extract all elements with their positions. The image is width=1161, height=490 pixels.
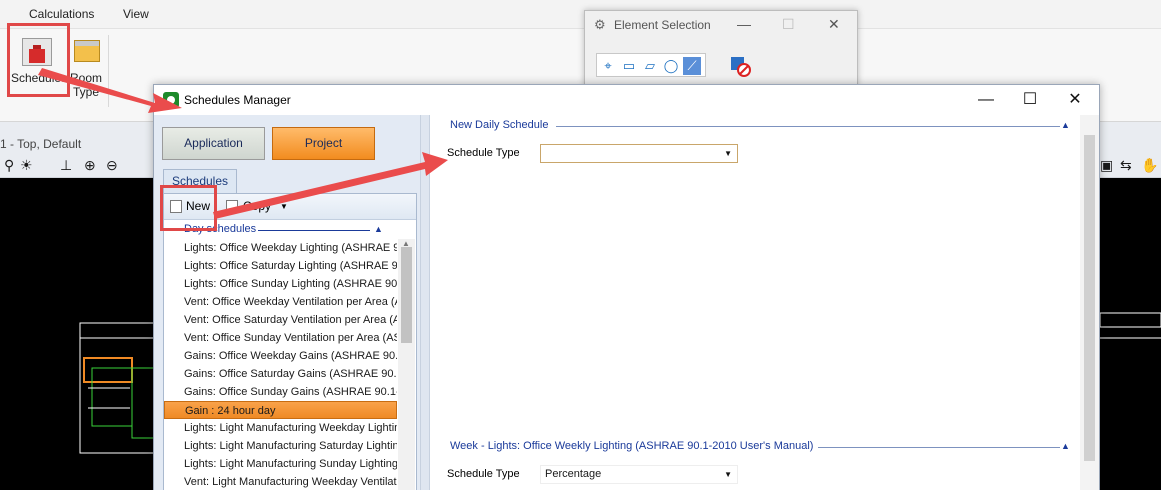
- select-tool-icon[interactable]: ⚲: [4, 157, 14, 174]
- close-icon[interactable]: ✕: [1053, 89, 1097, 111]
- element-selection-title: Element Selection: [614, 18, 711, 32]
- minimize-icon[interactable]: —: [737, 16, 751, 32]
- collapse-icon[interactable]: ▲: [374, 224, 383, 234]
- highlight-new-button: [160, 185, 217, 231]
- schedule-list-item[interactable]: Vent: Office Weekday Ventilation per Are…: [164, 293, 397, 311]
- group-header-line: [258, 230, 370, 231]
- list-scrollbar[interactable]: ▲: [398, 239, 415, 490]
- collapse-icon[interactable]: ▲: [1061, 120, 1070, 130]
- room-type-label[interactable]: Room: [70, 71, 102, 85]
- selection-tools: ⌖ ▭ ▱ ◯ ⟋: [596, 53, 706, 77]
- schedule-list-item[interactable]: Vent: Office Sunday Ventilation per Area…: [164, 329, 397, 347]
- room-type-icon[interactable]: [74, 40, 100, 62]
- schedule-list-item[interactable]: Gains: Office Sunday Gains (ASHRAE 90.1-…: [164, 383, 397, 401]
- chevron-down-icon[interactable]: ▼: [724, 466, 732, 483]
- schedule-list-item[interactable]: Lights: Office Saturday Lighting (ASHRAE…: [164, 257, 397, 275]
- copy-document-icon[interactable]: [226, 200, 238, 213]
- schedules-list-box: New Copy ▼ Day schedules ▲ Lights: Offic…: [163, 193, 417, 490]
- schedule-list-item[interactable]: Lights: Office Weekday Lighting (ASHRAE …: [164, 239, 397, 257]
- menu-bar: Calculations View: [0, 0, 1161, 28]
- week-schedule-type-dropdown[interactable]: Percentage ▼: [540, 465, 738, 484]
- schedules-manager-window: Schedules Manager — ☐ ✕ Application Proj…: [153, 84, 1100, 490]
- section-line: [818, 447, 1060, 448]
- window-fit-icon[interactable]: ▣: [1100, 157, 1113, 174]
- title-bar: Schedules Manager — ☐ ✕: [154, 85, 1099, 115]
- poly-select-icon[interactable]: ▱: [641, 57, 659, 75]
- minimize-icon[interactable]: —: [964, 89, 1008, 111]
- project-button[interactable]: Project: [272, 127, 375, 160]
- schedule-list-item[interactable]: Lights: Light Manufacturing Sunday Light…: [164, 455, 397, 473]
- zoom-in-icon[interactable]: ⊕: [84, 157, 96, 174]
- chevron-down-icon[interactable]: ▼: [724, 145, 732, 162]
- line-select-icon[interactable]: ⟋: [683, 57, 701, 75]
- schedule-list-item[interactable]: Vent: Office Saturday Ventilation per Ar…: [164, 311, 397, 329]
- left-panel: Application Project Schedules New Copy ▼…: [154, 115, 420, 490]
- clear-selection-icon[interactable]: [729, 55, 751, 77]
- maximize-icon[interactable]: ☐: [1008, 89, 1052, 111]
- pan-hand-icon[interactable]: ✋: [1141, 157, 1158, 174]
- panel-splitter[interactable]: [420, 115, 430, 490]
- chevron-down-icon[interactable]: ▼: [280, 202, 288, 211]
- close-icon[interactable]: ✕: [828, 16, 840, 33]
- collapse-icon[interactable]: ▲: [1061, 441, 1070, 451]
- new-daily-schedule-header: New Daily Schedule: [450, 119, 549, 131]
- sun-icon[interactable]: ☀: [20, 157, 33, 174]
- element-selection-window: ⚙ Element Selection — ☐ ✕ ⌖ ▭ ▱ ◯ ⟋: [584, 10, 858, 86]
- application-button[interactable]: Application: [162, 127, 265, 160]
- room-type-label-2[interactable]: Type: [73, 85, 99, 99]
- pin-tool-icon[interactable]: ⊥: [60, 157, 72, 174]
- week-schedule-type-label: Schedule Type: [447, 468, 520, 480]
- view-title: 1 - Top, Default: [0, 137, 82, 151]
- menu-view[interactable]: View: [123, 7, 149, 21]
- schedule-list-item[interactable]: Lights: Light Manufacturing Saturday Lig…: [164, 437, 397, 455]
- schedule-list-item[interactable]: Gains: Office Weekday Gains (ASHRAE 90.1…: [164, 347, 397, 365]
- schedule-list-item[interactable]: Lights: Office Sunday Lighting (ASHRAE 9…: [164, 275, 397, 293]
- menu-calculations[interactable]: Calculations: [29, 7, 94, 21]
- zoom-out-icon[interactable]: ⊖: [106, 157, 118, 174]
- schedule-type-dropdown[interactable]: ▼: [540, 144, 738, 163]
- schedule-list-item[interactable]: Gains: Office Saturday Gains (ASHRAE 90.…: [164, 365, 397, 383]
- circle-select-icon[interactable]: ◯: [662, 57, 680, 75]
- rect-select-icon[interactable]: ▭: [620, 57, 638, 75]
- section-line: [556, 126, 1060, 127]
- maximize-icon: ☐: [782, 16, 795, 32]
- schedule-list-item[interactable]: Vent: Light Manufacturing Weekday Ventil…: [164, 473, 397, 490]
- highlight-schedules-button: [7, 23, 70, 97]
- details-scrollbar[interactable]: [1080, 115, 1099, 490]
- copy-button[interactable]: Copy: [243, 199, 271, 213]
- week-schedule-type-value: Percentage: [545, 468, 602, 480]
- crosshair-select-icon[interactable]: ⌖: [599, 57, 617, 75]
- schedule-list-item[interactable]: Gain : 24 hour day: [164, 401, 397, 419]
- schedule-list: Lights: Office Weekday Lighting (ASHRAE …: [164, 239, 397, 490]
- rotate-view-icon[interactable]: ⇆: [1120, 157, 1132, 174]
- week-schedule-header: Week - Lights: Office Weekly Lighting (A…: [450, 440, 814, 452]
- ribbon-divider: [108, 35, 109, 107]
- scroll-thumb[interactable]: [401, 247, 412, 343]
- schedule-list-item[interactable]: Lights: Light Manufacturing Weekday Ligh…: [164, 419, 397, 437]
- schedule-type-label: Schedule Type: [447, 147, 520, 159]
- app-logo-icon: [163, 92, 179, 108]
- scroll-thumb[interactable]: [1084, 135, 1095, 461]
- element-selection-icon: ⚙: [594, 17, 606, 32]
- details-panel: New Daily Schedule ▲ Schedule Type ▼ Wee…: [430, 115, 1099, 490]
- window-title: Schedules Manager: [184, 93, 291, 107]
